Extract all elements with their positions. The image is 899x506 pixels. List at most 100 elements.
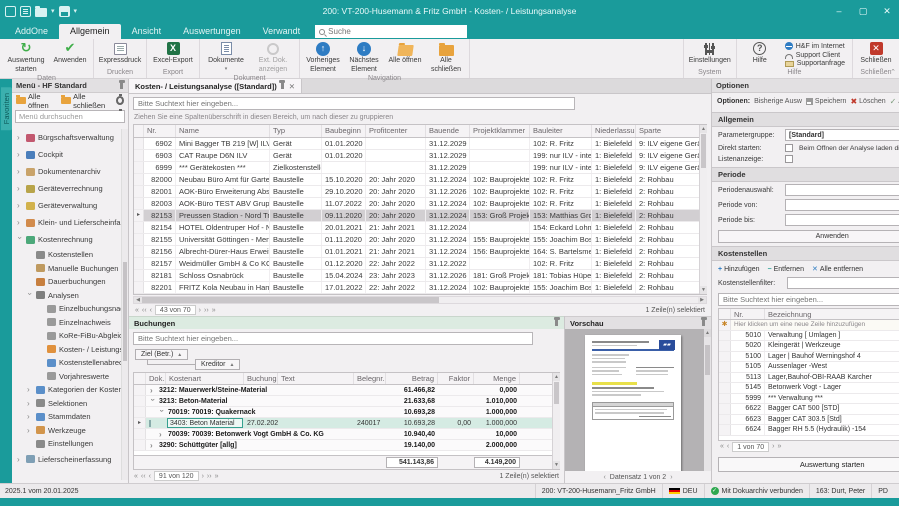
pin-icon[interactable] xyxy=(702,320,705,326)
favoriten-tab[interactable]: Favoriten xyxy=(1,87,12,130)
table-row[interactable]: 6999*** Gerätekosten ***Zielkostenstelle… xyxy=(134,162,706,174)
listenanzeige-checkbox[interactable] xyxy=(785,155,793,163)
kst-row[interactable]: 6622Bagger CAT 500 [STD] xyxy=(719,404,899,415)
table-row[interactable]: 6902Mini Bagger TB 219 [W] ILV...Gerät01… xyxy=(134,138,706,150)
table-row[interactable]: 82154HOTEL Oldentruper Hof - N...Baustel… xyxy=(134,222,706,234)
sidebar-item[interactable]: ›Bürgschaftsverwaltung xyxy=(14,129,128,146)
alle-entfernen-button[interactable]: ✕ Alle entfernen xyxy=(812,265,863,273)
preview-viewport[interactable]: ▰▰ xyxy=(565,329,711,471)
sidebar-item[interactable]: ›Cockpit xyxy=(14,146,128,163)
expander-icon[interactable]: › xyxy=(17,201,23,210)
dokumente-button[interactable]: Dokumente ▾ xyxy=(203,40,249,75)
column-header-profitcenter[interactable]: Profitcenter xyxy=(366,125,426,137)
close-button[interactable]: ✕ xyxy=(875,0,899,22)
minimize-button[interactable]: – xyxy=(827,0,851,22)
scroll-right-icon[interactable]: ▶ xyxy=(698,297,706,303)
column-header-name[interactable]: Name xyxy=(176,125,270,137)
sidebar-item[interactable]: Dauerbuchungen xyxy=(14,275,128,289)
bookings-search[interactable] xyxy=(133,332,533,345)
pager-next-page-icon[interactable]: ›› xyxy=(204,307,209,314)
kostenstellen-search[interactable] xyxy=(718,293,899,306)
group-row[interactable]: ›70039: 70039: Betonwerk Vogt GmbH & Co.… xyxy=(134,429,559,440)
sidebar-item[interactable]: ›Analysen xyxy=(14,289,128,303)
excel-export-button[interactable]: X Excel-Export xyxy=(150,40,196,69)
kst-row[interactable]: 5113Lager,Bauhof-OBI-RAAB Karcher xyxy=(719,373,899,384)
bisherige-auswahl-button[interactable]: Bisherige Ausw xyxy=(754,98,802,105)
sidebar-item[interactable]: KoRe-FiBu-Abgleich xyxy=(14,329,128,343)
als-standard-button[interactable]: ✓ Als Standard xyxy=(890,97,899,106)
column-header-sparte[interactable]: Sparte xyxy=(636,125,700,137)
group-row[interactable]: ›3212: Mauerwerk/Steine-Material61.466,8… xyxy=(134,385,559,396)
pager-last-icon[interactable]: » xyxy=(212,307,216,314)
kst-row[interactable]: 5020Kleingerät | Werkzeuge xyxy=(719,341,899,352)
ribbon-tab-allgemein[interactable]: Allgemein xyxy=(59,24,121,39)
table-row[interactable]: 82155Universität Göttingen - Men...Baust… xyxy=(134,234,706,246)
sidebar-item[interactable]: Einzelbuchungsnachweis xyxy=(14,302,128,316)
pager-next-icon[interactable]: › xyxy=(199,307,201,314)
sidebar-item[interactable]: ›Stammdaten xyxy=(14,410,128,424)
supportanfrage-link[interactable]: Supportanfrage xyxy=(785,60,845,67)
column-header-belegnr-[interactable]: Belegnr. xyxy=(354,373,386,384)
expressdruck-button[interactable]: Expressdruck xyxy=(97,40,143,69)
group-row[interactable]: ›3290: Schüttgüter [allg]19.140,002.000,… xyxy=(134,440,559,451)
ribbon-search-input[interactable] xyxy=(328,27,463,36)
column-header-dok-[interactable]: Dok. xyxy=(146,373,166,384)
alle-oeffnen-button[interactable]: Alle öffnen xyxy=(385,40,425,75)
sidebar-item[interactable]: ›Lieferscheinerfassung xyxy=(14,451,128,468)
collapse-ribbon-icon[interactable]: ⌃ xyxy=(890,68,896,76)
pager-next-page-icon[interactable]: ›› xyxy=(207,473,212,480)
pin-icon[interactable] xyxy=(120,83,123,89)
close-all-button[interactable]: Alle schließen xyxy=(61,92,111,110)
column-header-typ[interactable]: Typ xyxy=(270,125,322,137)
table-row[interactable]: 82001AOK-Büro Erweiterung Abs...Baustell… xyxy=(134,186,706,198)
expander-icon[interactable]: › xyxy=(17,455,23,464)
ribbon-tab-auswertungen[interactable]: Auswertungen xyxy=(172,24,252,39)
column-header-bauende[interactable]: Bauende xyxy=(426,125,470,137)
new-row[interactable]: ✱Hier klicken um eine neue Zeile hinzuzu… xyxy=(719,320,899,331)
schliessen-button[interactable]: ✕ Schließen xyxy=(856,40,896,69)
column-header-nr[interactable]: Nr. xyxy=(731,309,765,319)
alle-schliessen-button[interactable]: Alle schließen xyxy=(426,40,466,75)
scroll-down-icon[interactable]: ▼ xyxy=(700,286,707,294)
open-all-button[interactable]: Alle öffnen xyxy=(16,92,56,110)
expander-icon[interactable]: › xyxy=(158,409,167,415)
periode-von-input[interactable] xyxy=(785,199,899,211)
expander-icon[interactable]: › xyxy=(17,167,23,176)
pager-first-icon[interactable]: « xyxy=(135,307,139,314)
sidebar-item[interactable]: ›Kategorien der Kostenstellen xyxy=(14,383,128,397)
sidebar-item[interactable]: Kostenstellenabrechnung xyxy=(14,356,128,370)
auswertung-starten-button[interactable]: ↻ Auswertung starten xyxy=(3,40,49,75)
kst-row[interactable]: 5145Betonwerk Vogt - Lager xyxy=(719,383,899,394)
column-header-faktor[interactable]: Faktor xyxy=(438,373,474,384)
maximize-button[interactable]: ▢ xyxy=(851,0,875,22)
speichern-button[interactable]: Speichern xyxy=(806,98,847,105)
kst-row[interactable]: 6623Bagger CAT 303.5 [Std] xyxy=(719,415,899,426)
group-row[interactable]: ›3213: Beton-Material21.633,681.010,000 xyxy=(134,396,559,407)
pager-next-icon[interactable]: › xyxy=(772,443,774,450)
pager-first-icon[interactable]: « xyxy=(134,473,138,480)
table-row[interactable]: 82157Weidmüller GmbH & Co KG -...Baustel… xyxy=(134,258,706,270)
main-grid-hscrollbar[interactable]: ◀ ▶ xyxy=(133,296,707,304)
expander-icon[interactable]: › xyxy=(17,133,23,142)
column-header-baubeginn[interactable]: Baubeginn xyxy=(322,125,366,137)
pager-last-icon[interactable]: » xyxy=(777,443,781,450)
ribbon-tab-addone[interactable]: AddOne xyxy=(4,24,59,39)
expander-icon[interactable]: › xyxy=(17,150,23,159)
ribbon-tab-ansicht[interactable]: Ansicht xyxy=(121,24,173,39)
expander-icon[interactable]: › xyxy=(26,292,35,298)
menu-search-input[interactable]: Menü durchsuchen xyxy=(15,110,125,123)
loeschen-button[interactable]: ✖ Löschen xyxy=(850,97,885,106)
kst-row[interactable]: 6624Bagger RH 5.5 (Hydraulik) -154 xyxy=(719,425,899,436)
expander-icon[interactable]: › xyxy=(159,430,165,439)
column-header-text[interactable]: Text xyxy=(278,373,354,384)
column-header-kostenart[interactable]: Kostenart xyxy=(166,373,244,384)
naechstes-element-button[interactable]: ↓ Nächstes Element xyxy=(344,40,384,75)
einstellungen-button[interactable]: Einstellungen xyxy=(687,40,733,69)
pager-prev-icon[interactable]: ‹ xyxy=(727,443,729,450)
booking-row-selected[interactable]: ▸3403: Beton Material27.02.202424001710.… xyxy=(134,418,559,429)
pager-last-icon[interactable]: » xyxy=(215,473,219,480)
auswertung-starten-button[interactable]: Auswertung starten xyxy=(718,457,899,472)
save-icon[interactable] xyxy=(59,6,70,17)
folder-icon[interactable] xyxy=(35,8,47,17)
group-row[interactable]: ›70019: 70019: Quakernack10.693,281.000,… xyxy=(134,407,559,418)
